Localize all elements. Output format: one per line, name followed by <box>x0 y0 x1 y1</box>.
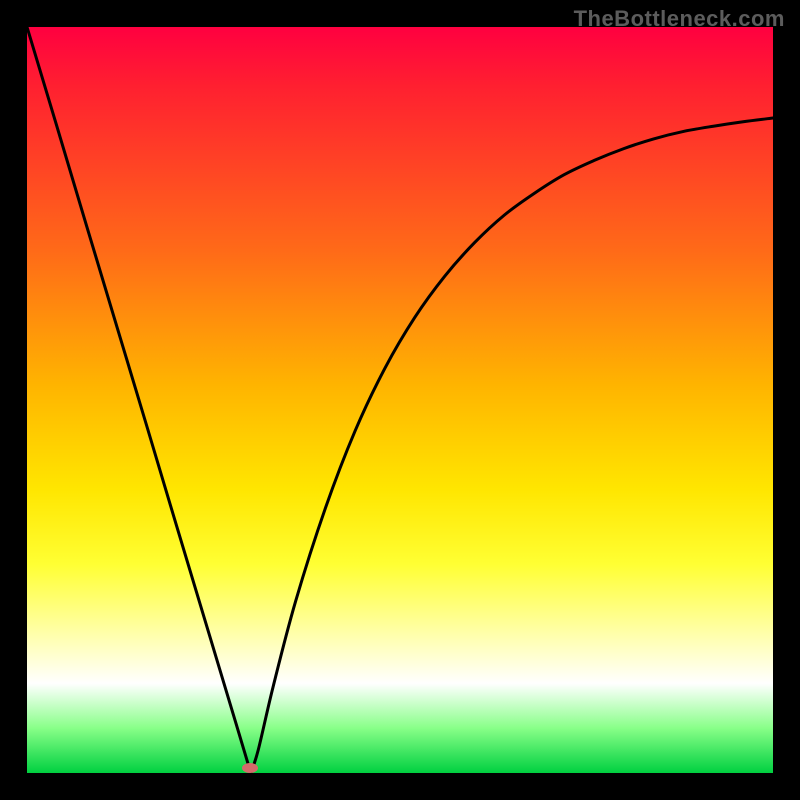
watermark-text: TheBottleneck.com <box>574 6 785 32</box>
chart-curve-left <box>27 27 251 773</box>
chart-curve-right <box>251 118 773 773</box>
chart-min-marker <box>242 763 258 773</box>
chart-stage: TheBottleneck.com <box>0 0 800 800</box>
chart-curve <box>0 0 800 800</box>
